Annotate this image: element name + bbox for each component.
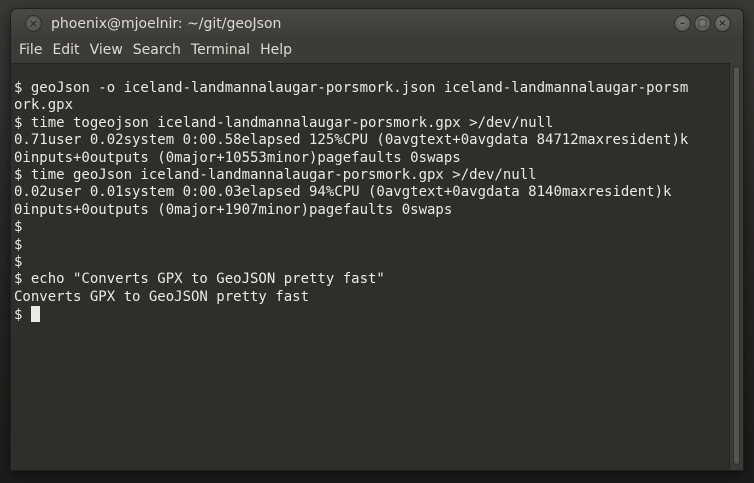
menu-help[interactable]: Help — [255, 40, 297, 60]
terminal-lines: $ geoJson -o iceland-landmannalaugar-por… — [14, 80, 726, 323]
minimize-icon: – — [680, 18, 685, 29]
minimize-button[interactable]: – — [674, 15, 691, 32]
text-cursor — [30, 306, 40, 323]
terminal-line: 0.71user 0.02system 0:00.58elapsed 125%C… — [14, 132, 689, 149]
terminal-line: $ — [14, 236, 23, 253]
terminal-line: $ — [14, 219, 23, 236]
terminal-line: $ time geoJson iceland-landmannalaugar-p… — [14, 166, 537, 183]
terminal-window: × phoenix@mjoelnir: ~/git/geoJson – □ × … — [11, 9, 743, 470]
terminal-output[interactable]: $ geoJson -o iceland-landmannalaugar-por… — [11, 63, 729, 470]
close-icon: × — [28, 17, 39, 30]
terminal-line: $ geoJson -o iceland-landmannalaugar-por… — [14, 80, 689, 96]
terminal-line: Converts GPX to GeoJSON pretty fast — [14, 288, 310, 305]
close-window-button[interactable]: × — [25, 15, 42, 32]
scrollbar-thumb[interactable] — [733, 66, 740, 465]
close-button[interactable]: × — [714, 15, 731, 32]
terminal-line: 0inputs+0outputs (0major+10553minor)page… — [14, 149, 461, 166]
vertical-scrollbar[interactable] — [729, 63, 743, 470]
terminal-line: $ — [14, 253, 23, 270]
terminal-line: $ time togeojson iceland-landmannalaugar… — [14, 114, 554, 131]
terminal-line: 0.02user 0.01system 0:00.03elapsed 94%CP… — [14, 184, 672, 201]
close-icon: × — [718, 18, 727, 29]
window-controls: – □ × — [674, 15, 731, 32]
terminal-prompt: $ — [14, 307, 31, 324]
maximize-icon: □ — [697, 18, 708, 29]
window-titlebar[interactable]: × phoenix@mjoelnir: ~/git/geoJson – □ × — [11, 9, 743, 38]
menu-file[interactable]: File — [14, 40, 47, 60]
menu-search[interactable]: Search — [128, 40, 186, 60]
terminal-prompt-line: $ — [14, 306, 726, 323]
maximize-button[interactable]: □ — [694, 15, 711, 32]
menu-bar: File Edit View Search Terminal Help — [11, 38, 743, 62]
terminal-line: $ echo "Converts GPX to GeoJSON pretty f… — [14, 271, 385, 288]
terminal-line: 0inputs+0outputs (0major+1907minor)pagef… — [14, 201, 453, 218]
menu-terminal[interactable]: Terminal — [186, 40, 255, 60]
terminal-line: ork.gpx — [14, 97, 74, 114]
menu-view[interactable]: View — [85, 40, 128, 60]
menu-edit[interactable]: Edit — [47, 40, 84, 60]
window-title: phoenix@mjoelnir: ~/git/geoJson — [51, 16, 282, 32]
